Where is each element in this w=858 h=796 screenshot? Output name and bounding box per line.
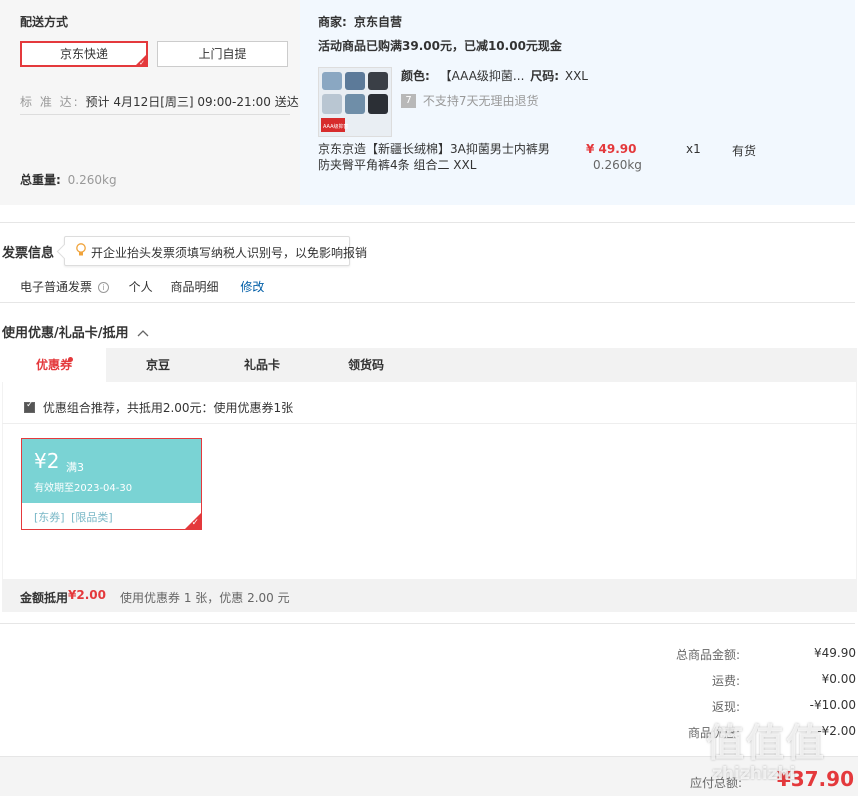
recommend-row[interactable]: 优惠组合推荐，共抵用2.00元：使用优惠券1张 <box>24 399 293 416</box>
total-weight: 总重量: 0.260kg <box>20 171 117 188</box>
coupon-condition: 满3 <box>66 461 84 474</box>
color-value: 【AAA级抑菌... <box>439 69 525 83</box>
divider <box>2 423 857 424</box>
divider <box>0 222 855 223</box>
product-spec: 颜色: 【AAA级抑菌... 尺码: XXL <box>401 67 588 84</box>
invoice-type: 电子普通发票 <box>20 280 93 294</box>
invoice-tip-text: 开企业抬头发票须填写纳税人识别号，以免影响报销 <box>91 246 368 260</box>
invoice-row: 电子普通发票 i 个人 商品明细 修改 <box>20 278 264 295</box>
summary-label: 金额抵用 <box>20 591 69 605</box>
summary-amount: ¥2.00 <box>68 588 106 602</box>
total-value: -¥10.00 <box>809 698 856 712</box>
product-price: ¥ 49.90 <box>586 142 637 156</box>
invoice-content: 商品明细 <box>170 280 219 294</box>
check-icon: ✓ <box>191 518 199 528</box>
ship-option-jd-express[interactable]: 京东快递 ✓ <box>20 41 148 67</box>
product-thumbnail[interactable]: AAA级抑菌 <box>318 67 392 137</box>
discount-summary: 金额抵用 ¥2.00 使用优惠券 1 张，优惠 2.00 元 <box>2 579 857 612</box>
merchant-name: 京东自营 <box>354 15 403 29</box>
total-label: 运费: <box>711 674 740 688</box>
summary-note: 使用优惠券 1 张，优惠 2.00 元 <box>120 591 290 605</box>
watermark-logo: 值值值 <box>706 721 827 765</box>
product-image: AAA级抑菌 <box>319 68 391 136</box>
tab-coupon[interactable]: 优惠券 <box>2 348 106 382</box>
return-note: 不支持7天无理由退货 <box>422 94 539 108</box>
chevron-up-icon <box>137 326 149 341</box>
ship-option-pickup[interactable]: 上门自提 <box>157 41 288 67</box>
divider <box>0 302 855 303</box>
edit-invoice-link[interactable]: 修改 <box>240 280 264 294</box>
invoice-holder: 个人 <box>128 280 153 294</box>
merchant-panel: 商家: 京东自营 活动商品已购满39.00元，已减10.00元现金 AAA级抑菌… <box>300 0 855 205</box>
invoice-tip: 开企业抬头发票须填写纳税人识别号，以免影响报销 <box>64 236 367 266</box>
info-icon[interactable]: i <box>97 282 109 293</box>
tab-jd-beans[interactable]: 京豆 <box>106 348 210 382</box>
standard-delivery-row: 标 准 达: 预计 4月12日[周三] 09:00-21:00 送达 修改 <box>20 93 333 115</box>
size-label: 尺码: <box>530 69 560 83</box>
tab-label: 礼品卡 <box>243 358 280 372</box>
check-icon: ✓ <box>139 59 145 67</box>
coupon-header: ¥2 满3 有效期至2023-04-30 <box>22 439 201 503</box>
total-value: ¥0.00 <box>821 672 856 686</box>
size-value: XXL <box>564 69 588 83</box>
coupon-validity: 有效期至2023-04-30 <box>34 483 133 494</box>
no-return-icon: 7 <box>401 93 416 108</box>
color-label: 颜色: <box>401 69 430 83</box>
product-stock: 有货 <box>732 144 757 158</box>
invoice-title: 发票信息 <box>2 246 55 261</box>
promo-text: 活动商品已购满39.00元，已减10.00元现金 <box>318 39 562 53</box>
merchant-label: 商家: <box>318 15 347 29</box>
coupon-tag: [东券] <box>34 511 65 524</box>
product-name-line1: 京东京造【新疆长绒棉】3A抑菌男士内裤男 <box>318 142 550 156</box>
standard-label: 标 准 达: <box>20 95 80 109</box>
total-label: 总商品金额: <box>675 648 740 662</box>
standard-time: 预计 4月12日[周三] 09:00-21:00 送达 <box>85 95 299 109</box>
ship-option-label: 京东快递 <box>59 47 108 61</box>
total-value: ¥49.90 <box>814 646 856 660</box>
thumb-badge-text: AAA级抑菌 <box>323 123 349 130</box>
recommend-checkbox[interactable] <box>24 400 35 413</box>
new-dot-icon <box>68 357 73 362</box>
tab-label: 优惠券 <box>35 358 72 372</box>
lightbulb-icon <box>75 243 87 257</box>
product-weight: 0.260kg <box>593 158 642 172</box>
return-policy: 7 不支持7天无理由退货 <box>401 92 538 109</box>
coupon-card[interactable]: ¥2 满3 有效期至2023-04-30 [东券] [限品类] ✓ <box>21 438 202 530</box>
product-qty: x1 <box>686 142 701 156</box>
delivery-panel: 配送方式 京东快递 ✓ 上门自提 标 准 达: 预计 4月12日[周三] 09:… <box>0 0 333 205</box>
total-row-goods: 总商品金额: ¥49.90 <box>556 646 856 666</box>
tab-gift-card[interactable]: 礼品卡 <box>210 348 314 382</box>
product-name-line2: 防夹臀平角裤4条 组合二 XXL <box>318 158 477 172</box>
weight-value: 0.260kg <box>67 173 117 187</box>
weight-label: 总重量: <box>20 173 61 187</box>
coupon-amount: ¥2 <box>34 449 60 473</box>
discount-tabs: 优惠券 京豆 礼品卡 领货码 <box>2 348 857 382</box>
coupon-tags: [东券] [限品类] <box>34 509 113 525</box>
tab-redeem-code[interactable]: 领货码 <box>314 348 418 382</box>
tab-label: 领货码 <box>347 358 384 372</box>
product-name[interactable]: 京东京造【新疆长绒棉】3A抑菌男士内裤男 防夹臀平角裤4条 组合二 XXL <box>318 141 550 173</box>
discount-toggle[interactable]: 使用优惠/礼品卡/抵用 <box>2 322 149 341</box>
delivery-title: 配送方式 <box>20 15 69 29</box>
divider <box>0 623 855 624</box>
total-row-shipping: 运费: ¥0.00 <box>556 672 856 692</box>
ship-option-label: 上门自提 <box>198 47 247 61</box>
merchant-row: 商家: 京东自营 <box>318 13 402 30</box>
recommend-text: 优惠组合推荐，共抵用2.00元：使用优惠券1张 <box>42 401 294 415</box>
discount-title: 使用优惠/礼品卡/抵用 <box>2 326 129 341</box>
watermark-site: zhizhizhi <box>712 764 796 784</box>
coupon-tag: [限品类] <box>71 511 113 524</box>
tab-label: 京豆 <box>145 358 170 372</box>
